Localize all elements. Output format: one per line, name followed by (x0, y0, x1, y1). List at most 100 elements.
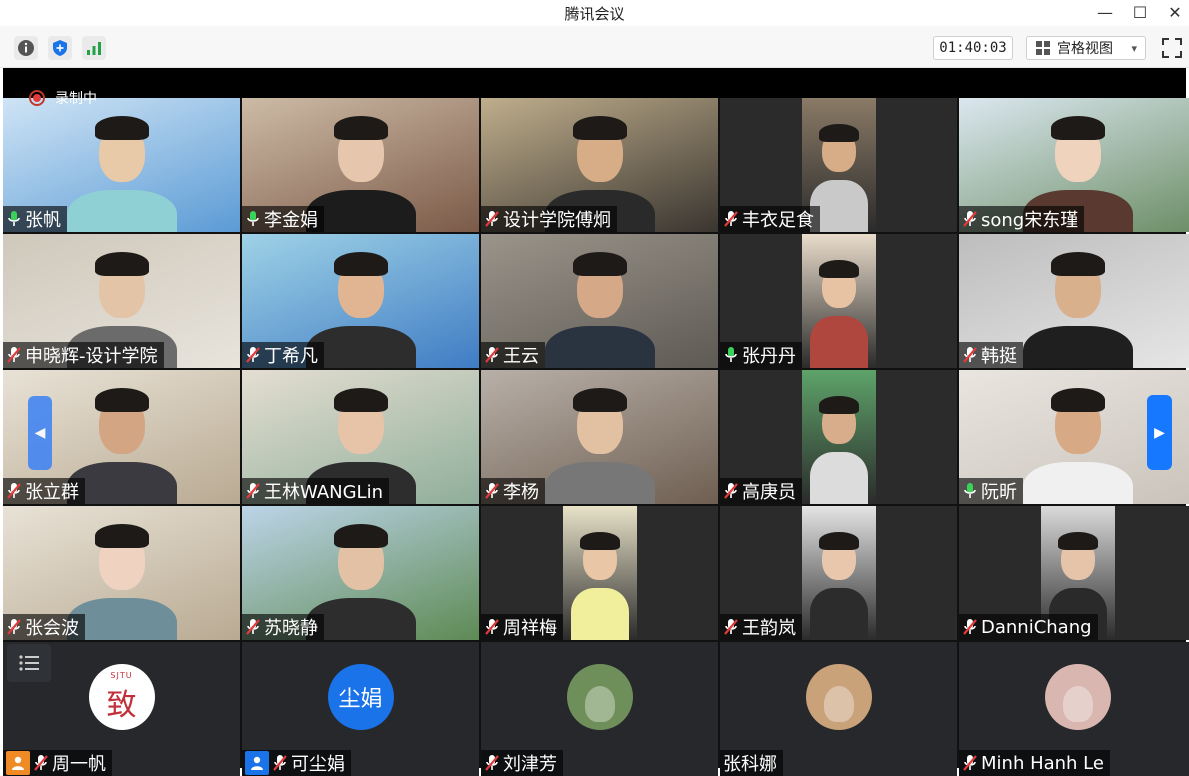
participant-tile[interactable]: 尘娟可尘娟 (242, 642, 479, 776)
participant-tile[interactable]: 高庚员 (720, 370, 957, 504)
participant-name-bar: Minh Hanh Le (959, 750, 1110, 776)
participant-tile[interactable]: 申晓辉-设计学院 (3, 234, 240, 368)
participant-avatar: SJTU 致 (88, 664, 155, 730)
participant-tile[interactable]: Minh Hanh Le (959, 642, 1189, 776)
avatar-caption: SJTU (110, 670, 133, 680)
participant-name: 高庚员 (742, 482, 796, 503)
mic-muted-icon (273, 755, 287, 771)
title-bar: 腾讯会议 — ☐ ✕ (0, 0, 1189, 26)
mic-muted-icon (485, 755, 499, 771)
minimize-button[interactable]: — (1087, 0, 1123, 24)
participant-name: 张科娜 (723, 754, 777, 775)
participant-name-bar: 可尘娟 (242, 750, 351, 776)
participant-tile[interactable]: 张帆 (3, 98, 240, 232)
participant-name: 周一帆 (52, 754, 106, 775)
mic-muted-icon (7, 347, 21, 363)
participant-name-bar: 申晓辉-设计学院 (3, 342, 164, 368)
participant-name-bar: 张会波 (3, 614, 85, 640)
avatar-text: 致 (106, 687, 137, 723)
mic-muted-icon (485, 483, 499, 499)
chevron-down-icon: ▾ (1131, 41, 1137, 55)
participant-name: 周祥梅 (503, 618, 557, 639)
participant-tile[interactable]: 王林WANGLin (242, 370, 479, 504)
participant-name-bar: DanniChang (959, 614, 1098, 640)
participant-name-bar: 周一帆 (3, 750, 112, 776)
meeting-timer: 01:40:03 (933, 36, 1013, 60)
close-button[interactable]: ✕ (1157, 0, 1189, 24)
fullscreen-icon[interactable] (1160, 36, 1184, 60)
network-signal-icon[interactable] (82, 36, 106, 60)
maximize-button[interactable]: ☐ (1122, 0, 1158, 24)
participant-name: 阮昕 (981, 482, 1017, 503)
participant-name: 王林WANGLin (264, 482, 383, 503)
mic-muted-icon (724, 211, 738, 227)
participant-name: 王云 (503, 346, 539, 367)
mic-muted-icon (7, 483, 21, 499)
participant-name-bar: 设计学院傅炯 (481, 206, 617, 232)
participant-name: 李金娟 (264, 210, 318, 231)
mic-muted-icon (246, 619, 260, 635)
participant-tile[interactable]: 丁希凡 (242, 234, 479, 368)
grid-view-dropdown[interactable]: 宫格视图 ▾ (1026, 36, 1146, 60)
participant-tile[interactable]: 王韵岚 (720, 506, 957, 640)
mic-muted-icon (485, 211, 499, 227)
participant-name: 设计学院傅炯 (503, 210, 611, 231)
host-user-icon (6, 751, 30, 775)
participant-name-bar: 苏晓静 (242, 614, 324, 640)
next-page-arrow-icon[interactable]: ▶ (1147, 395, 1172, 470)
participant-name: 苏晓静 (264, 618, 318, 639)
participant-tile[interactable]: 周祥梅 (481, 506, 718, 640)
participant-tile[interactable]: 韩挺 (959, 234, 1189, 368)
participant-name-bar: 张立群 (3, 478, 85, 504)
participant-name: 张立群 (25, 482, 79, 503)
mic-muted-icon (485, 619, 499, 635)
mic-muted-icon (7, 619, 21, 635)
mic-muted-icon (963, 619, 977, 635)
participant-tile[interactable]: 刘津芳 (481, 642, 718, 776)
participant-avatar: 尘娟 (327, 664, 394, 730)
participant-list-icon[interactable] (7, 644, 51, 682)
participant-tile[interactable]: 张会波 (3, 506, 240, 640)
security-shield-icon[interactable] (48, 36, 72, 60)
participant-name: 刘津芳 (503, 754, 557, 775)
participant-name: 张帆 (25, 210, 61, 231)
participant-grid: 张帆 李金娟 设计学院傅炯 丰衣足食 song宋东瑾申晓辉-设计学院 丁希凡 王云 张丹丹 韩挺… (3, 98, 1189, 776)
participant-name: 张会波 (25, 618, 79, 639)
participant-name: 可尘娟 (291, 754, 345, 775)
participant-tile[interactable]: 张科娜 (720, 642, 957, 776)
participant-name-bar: 张帆 (3, 206, 67, 232)
participant-name-bar: 王林WANGLin (242, 478, 389, 504)
participant-tile[interactable]: 王云 (481, 234, 718, 368)
participant-name: DanniChang (981, 616, 1092, 638)
view-label: 宫格视图 (1057, 41, 1113, 57)
participant-avatar (805, 664, 872, 730)
participant-name: 丰衣足食 (742, 210, 814, 231)
participant-name: 丁希凡 (264, 346, 318, 367)
participant-name-bar: song宋东瑾 (959, 206, 1085, 232)
participant-name-bar: 丰衣足食 (720, 206, 820, 232)
record-icon (29, 90, 45, 106)
mic-muted-icon (963, 755, 977, 771)
participant-tile[interactable]: song宋东瑾 (959, 98, 1189, 232)
participant-tile[interactable]: 设计学院傅炯 (481, 98, 718, 232)
participant-tile[interactable]: 李杨 (481, 370, 718, 504)
info-icon[interactable] (14, 36, 38, 60)
participant-name: 王韵岚 (742, 618, 796, 639)
participant-name: 韩挺 (981, 346, 1017, 367)
mic-muted-icon (724, 483, 738, 499)
mic-on-icon (8, 211, 20, 226)
participant-name-bar: 刘津芳 (481, 750, 563, 776)
previous-page-arrow-icon[interactable]: ◀ (28, 396, 52, 470)
participant-tile[interactable]: 张丹丹 (720, 234, 957, 368)
participant-name-bar: 张丹丹 (720, 342, 802, 368)
participant-tile[interactable]: 苏晓静 (242, 506, 479, 640)
recording-bar (3, 68, 1186, 98)
mic-on-icon (725, 347, 737, 362)
participant-name: Minh Hanh Le (981, 752, 1104, 774)
participant-name-bar: 王韵岚 (720, 614, 802, 640)
participant-tile[interactable]: 丰衣足食 (720, 98, 957, 232)
participant-tile[interactable]: DanniChang (959, 506, 1189, 640)
participant-tile[interactable]: 李金娟 (242, 98, 479, 232)
participant-name-bar: 丁希凡 (242, 342, 324, 368)
mic-on-icon (964, 483, 976, 498)
